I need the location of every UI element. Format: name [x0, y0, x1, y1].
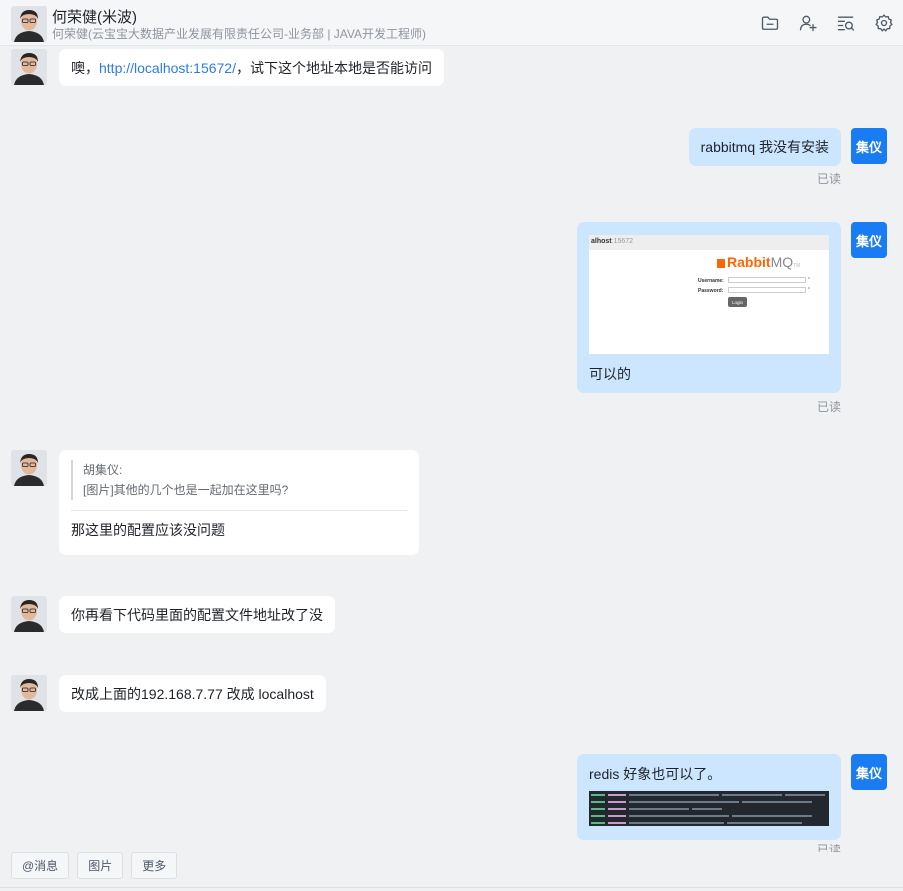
input-toolbar: @消息 图片 更多 [11, 852, 178, 879]
contact-avatar[interactable] [11, 596, 47, 632]
chat-header: 何荣健(米波) 何荣健(云宝宝大数据产业发展有限责任公司-业务部 | JAVA开… [0, 0, 903, 46]
read-status: 已读 [816, 172, 841, 186]
read-status: 已读 [816, 844, 841, 852]
contact-avatar[interactable] [11, 675, 47, 711]
code-screenshot[interactable] [589, 791, 829, 826]
more-button[interactable]: 更多 [131, 852, 178, 879]
message-text: rabbitmq 我没有安装 [700, 139, 829, 155]
contact-avatar[interactable] [11, 49, 47, 85]
self-avatar[interactable]: 集仪 [851, 754, 887, 790]
message-text: 可以的 [589, 366, 631, 382]
read-status: 已读 [816, 400, 841, 414]
self-avatar[interactable]: 集仪 [851, 222, 887, 258]
username-field [728, 277, 806, 283]
add-user-icon[interactable] [797, 12, 819, 34]
message-bubble[interactable]: 你再看下代码里面的配置文件地址改了没 [59, 596, 335, 633]
quote-text: [图片]其他的几个也是一起加在这里吗? [83, 483, 289, 497]
browser-address: alhost:15672 [589, 235, 829, 250]
contact-name[interactable]: 何荣健(米波) [52, 6, 137, 27]
message-bubble[interactable]: 噢，http://localhost:15672/，试下这个地址本地是否能访问 [59, 49, 444, 86]
rabbitmq-logo: RabbitMQTM [717, 254, 800, 270]
quoted-message[interactable]: 胡集仪: [图片]其他的几个也是一起加在这里吗? [71, 460, 407, 500]
message-bubble[interactable]: rabbitmq 我没有安装 [688, 128, 841, 166]
rabbitmq-screenshot[interactable]: alhost:15672 RabbitMQTM Username: * Pass… [589, 235, 829, 354]
login-button-image: Login [728, 297, 747, 307]
contact-avatar[interactable] [11, 450, 47, 486]
contact-avatar[interactable] [11, 6, 47, 42]
password-field [728, 287, 806, 293]
username-label: Username: [698, 278, 724, 284]
self-avatar[interactable]: 集仪 [851, 128, 887, 164]
required-mark: * [808, 287, 810, 293]
message-text: redis 好象也可以了。 [589, 766, 722, 782]
image-button[interactable]: 图片 [77, 852, 124, 879]
input-divider [0, 887, 903, 888]
message-text: 噢， [71, 60, 99, 76]
mention-button[interactable]: @消息 [11, 852, 70, 879]
message-text: ，试下这个地址本地是否能访问 [236, 60, 432, 76]
message-bubble[interactable]: alhost:15672 RabbitMQTM Username: * Pass… [577, 222, 841, 393]
message-bubble[interactable]: redis 好象也可以了。 [577, 754, 841, 840]
settings-icon[interactable] [873, 12, 895, 34]
quote-author: 胡集仪: [83, 463, 123, 477]
contact-subtitle: 何荣健(云宝宝大数据产业发展有限责任公司-业务部 | JAVA开发工程师) [52, 27, 427, 41]
message-text: 那这里的配置应该没问题 [71, 522, 225, 538]
required-mark: * [808, 277, 810, 283]
message-bubble[interactable]: 胡集仪: [图片]其他的几个也是一起加在这里吗? 那这里的配置应该没问题 [59, 450, 419, 555]
password-label: Password: [698, 288, 724, 294]
message-text: 你再看下代码里面的配置文件地址改了没 [71, 607, 323, 623]
search-history-icon[interactable] [835, 12, 857, 34]
message-text: 改成上面的192.168.7.77 改成 localhost [71, 686, 314, 702]
message-link[interactable]: http://localhost:15672/ [99, 60, 236, 76]
folder-icon[interactable] [759, 12, 781, 34]
message-bubble[interactable]: 改成上面的192.168.7.77 改成 localhost [59, 675, 326, 712]
